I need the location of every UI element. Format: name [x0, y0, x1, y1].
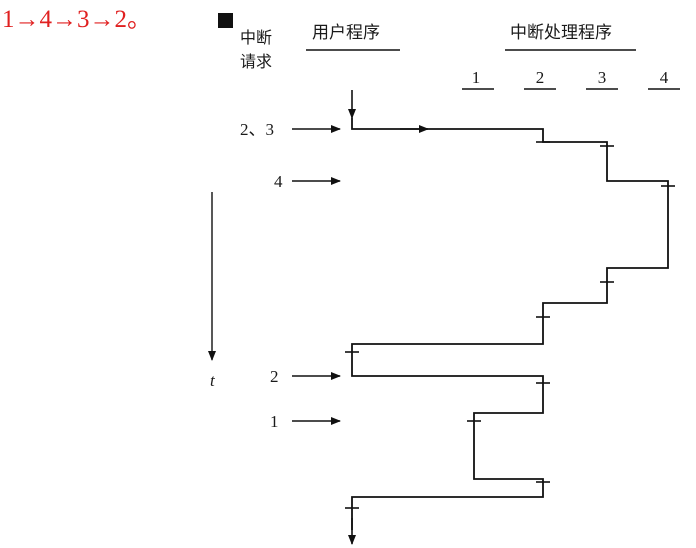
header-interrupt-handler: 中断处理程序 [510, 23, 612, 43]
interrupt-timeline-diagram: 中断 请求 用户程序 中断处理程序 1 2 3 4 t 2、3 4 2 1 [208, 23, 680, 545]
header-user-program: 用户程序 [312, 23, 380, 43]
request-label-1: 1 [270, 412, 279, 431]
request-label-2-3: 2、3 [240, 120, 274, 139]
level-label-4: 4 [660, 68, 669, 87]
header-interrupt-request-line1: 中断 [240, 28, 272, 47]
transition-ticks [345, 141, 675, 509]
request-label-4: 4 [274, 172, 283, 191]
level-label-3: 3 [598, 68, 607, 87]
level-label-2: 2 [536, 68, 545, 87]
header-interrupt-request-line2: 请求 [240, 52, 272, 71]
time-axis-label: t [210, 371, 216, 390]
level-label-1: 1 [472, 68, 481, 87]
request-label-2: 2 [270, 367, 279, 386]
execution-path [351, 118, 669, 530]
